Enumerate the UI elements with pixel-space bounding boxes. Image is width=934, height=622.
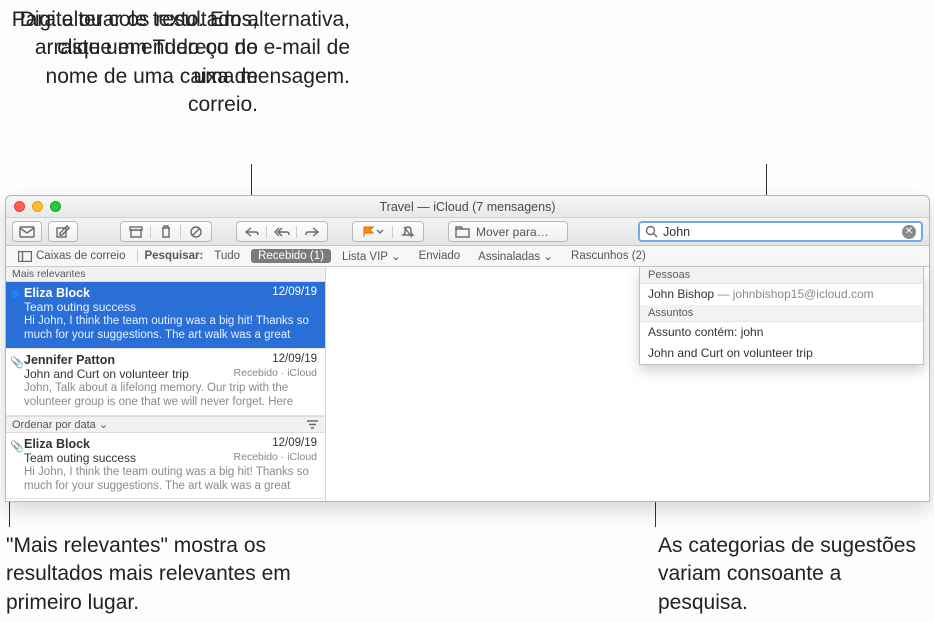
chevron-down-icon: ⌄ <box>99 419 108 431</box>
message-list[interactable]: Mais relevantes Eliza Block 12/09/19 Team… <box>6 267 326 501</box>
zoom-icon[interactable] <box>50 201 61 212</box>
sender: Jennifer Patton <box>24 353 115 367</box>
attachment-icon: 📎 <box>10 356 24 369</box>
titlebar[interactable]: Travel — iCloud (7 mensagens) <box>6 196 929 218</box>
reply-group <box>236 221 328 242</box>
attachment-icon: 📎 <box>10 440 24 453</box>
mailboxes-label: Caixas de correio <box>36 250 125 262</box>
scope-vip[interactable]: Lista VIP ⌄ <box>335 248 408 264</box>
mailbox-label: Recebido · iCloud <box>234 451 317 463</box>
reply-button[interactable] <box>237 226 267 238</box>
date: 12/09/19 <box>272 353 317 367</box>
reply-all-button[interactable] <box>267 226 297 238</box>
preview: Hi John, I think the team outing was a b… <box>24 314 317 343</box>
suggestion-header-subjects: Assuntos <box>640 305 923 322</box>
scope-sent[interactable]: Enviado <box>412 249 468 263</box>
mailbox-label: Recebido · iCloud <box>234 367 317 379</box>
message-row[interactable]: Eliza Block12/09/19 Team outing success … <box>6 282 325 349</box>
window-title: Travel — iCloud (7 mensagens) <box>380 200 556 214</box>
show-mailboxes-button[interactable]: Caixas de correio <box>12 249 131 263</box>
minimize-icon[interactable] <box>32 201 43 212</box>
subject: John and Curt on volunteer trip <box>24 367 189 381</box>
scope-drafts[interactable]: Rascunhos (2) <box>564 249 653 263</box>
message-row[interactable]: 📎 Jennifer Patton 12/09/19 John and Curt … <box>6 349 325 416</box>
date: 12/09/19 <box>272 286 317 300</box>
suggestion-subject[interactable]: John and Curt on volunteer trip <box>640 343 923 364</box>
preview: Hi John, I think the team outing was a b… <box>24 465 317 494</box>
suggestion-person[interactable]: John Bishop — johnbishop15@icloud.com <box>640 284 923 305</box>
search-scope-label: Pesquisar: <box>144 250 203 262</box>
move-to-label: Mover para… <box>476 225 549 239</box>
compose-button[interactable] <box>48 221 78 242</box>
preview: John, Talk about a lifelong memory. Our … <box>24 381 317 410</box>
unread-dot-icon <box>11 290 19 298</box>
chevron-down-icon: ⌄ <box>391 251 401 263</box>
delete-button[interactable] <box>151 225 181 239</box>
junk-button[interactable] <box>181 225 211 239</box>
callout-text: Digite ou cole texto. Em alternativa, ar… <box>0 6 350 91</box>
favorites-bar: Caixas de correio Pesquisar: Tudo Recebi… <box>6 246 929 267</box>
suggestion-header-people: Pessoas <box>640 267 923 284</box>
archive-button[interactable] <box>121 226 151 238</box>
sidebar-icon <box>18 251 32 262</box>
mail-window: Travel — iCloud (7 mensagens) Mover para… <box>5 195 930 502</box>
search-field[interactable]: ✕ <box>638 221 923 242</box>
close-icon[interactable] <box>14 201 25 212</box>
search-suggestions: Pessoas John Bishop — johnbishop15@iclou… <box>639 267 924 365</box>
suggestion-name: John Bishop <box>648 287 714 301</box>
scope-inbox[interactable]: Recebido (1) <box>251 249 331 263</box>
clear-search-button[interactable]: ✕ <box>902 225 916 239</box>
sort-label: Ordenar por data <box>12 419 96 431</box>
callout-text: "Mais relevantes" mostra os resultados m… <box>6 532 326 617</box>
scope-all[interactable]: Tudo <box>207 249 247 263</box>
sender: Eliza Block <box>24 286 90 300</box>
divider <box>137 249 138 263</box>
mute-button[interactable] <box>393 225 423 239</box>
forward-button[interactable] <box>297 226 327 238</box>
filter-icon[interactable] <box>306 419 319 430</box>
flag-button[interactable] <box>353 226 393 238</box>
callout-text: As categorias de sugestões variam consoa… <box>658 532 933 617</box>
scope-flagged[interactable]: Assinaladas ⌄ <box>471 248 560 264</box>
archive-group <box>120 221 212 242</box>
flag-group <box>352 221 424 242</box>
search-input[interactable] <box>663 225 897 239</box>
suggestion-email: — johnbishop15@icloud.com <box>717 287 873 301</box>
message-row[interactable]: 📎 Eliza Block 12/09/19 Team outing succes… <box>6 433 325 500</box>
subject: Team outing success <box>24 300 136 314</box>
window-controls[interactable] <box>14 201 61 212</box>
group-header-top-hits: Mais relevantes <box>6 267 325 282</box>
sort-bar[interactable]: Ordenar por data ⌄ <box>6 416 325 433</box>
date: 12/09/19 <box>272 437 317 451</box>
toolbar: Mover para… ✕ <box>6 218 929 246</box>
subject: Team outing success <box>24 451 136 465</box>
move-to-button[interactable]: Mover para… <box>448 221 568 242</box>
chevron-down-icon: ⌄ <box>543 251 553 263</box>
suggestion-subject[interactable]: Assunto contém: john <box>640 322 923 343</box>
get-mail-button[interactable] <box>12 221 42 242</box>
search-icon <box>645 225 658 238</box>
sender: Eliza Block <box>24 437 90 451</box>
